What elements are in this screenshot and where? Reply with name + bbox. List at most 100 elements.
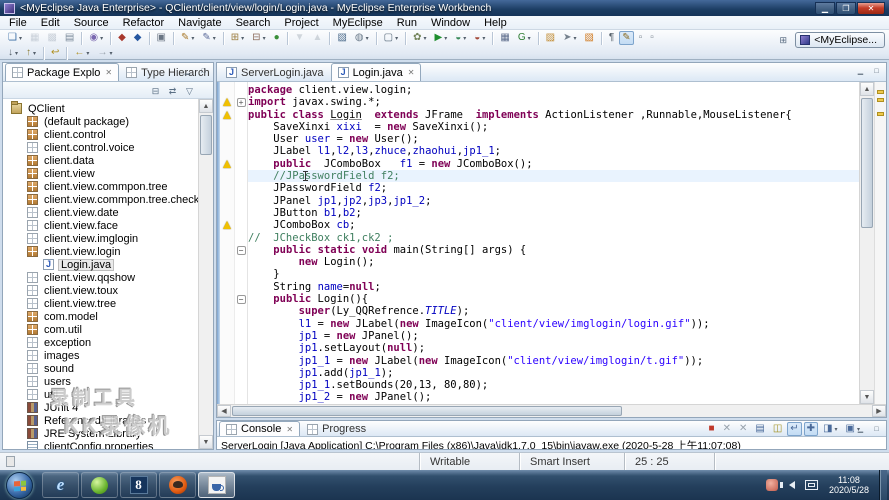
tree-item-client-data[interactable]: client.data: [3, 154, 213, 167]
close-button[interactable]: ✕: [857, 2, 885, 15]
menu-refactor[interactable]: Refactor: [116, 16, 172, 30]
code-line-19[interactable]: super(Ly_QQRefrence.TITLE);: [248, 305, 859, 317]
tree-item-client-view-commpon-tree-check[interactable]: client.view.commpon.tree.check: [3, 193, 213, 206]
junit-view-icon[interactable]: ▦: [497, 31, 512, 45]
code-line-8[interactable]: //JPasswordField f2;: [248, 170, 859, 182]
scroll-down-icon[interactable]: ▼: [199, 435, 213, 449]
tree-item-clientconfig-properties[interactable]: clientConfig.properties: [3, 440, 213, 449]
code-line-3[interactable]: public class Login extends JFrame implem…: [248, 109, 859, 121]
view-tab-package-explo[interactable]: Package Explo✕: [5, 63, 119, 81]
tree-item-qclient[interactable]: QClient: [3, 102, 213, 115]
code-line-7[interactable]: public JComboBox f1 = new JComboBox();: [248, 158, 859, 170]
console-tab-console[interactable]: Console✕: [219, 421, 300, 436]
remove-launch-icon[interactable]: ✕: [720, 422, 734, 436]
tree-item-login-java[interactable]: Login.java: [3, 258, 213, 271]
tree-item-client-view-qqshow[interactable]: client.view.qqshow: [3, 271, 213, 284]
editor-tab-login-java[interactable]: Login.java✕: [331, 63, 422, 81]
open-perspective-icon[interactable]: ⊞: [775, 33, 791, 47]
export-archive-icon[interactable]: ▲: [310, 31, 326, 45]
taskbar-item-green-app[interactable]: [81, 472, 118, 498]
scroll-up-icon[interactable]: ▲: [199, 99, 213, 113]
code-line-20[interactable]: l1 = new JLabel(new ImageIcon("client/vi…: [248, 318, 859, 330]
taskbar-item-java-app[interactable]: [198, 472, 235, 498]
taskbar-clock[interactable]: 11:08 2020/5/28: [825, 475, 873, 495]
code-line-5[interactable]: User user = new User();: [248, 133, 859, 145]
java-editor-icon[interactable]: ✎▾: [178, 31, 197, 45]
generate-icon[interactable]: G▾: [515, 31, 534, 45]
tree-item-referenced-libraries[interactable]: Referenced Libraries: [3, 414, 213, 427]
fold-collapse-icon[interactable]: −: [237, 246, 246, 255]
action-center-icon[interactable]: [805, 478, 819, 492]
myeclipse-run-icon[interactable]: ◉▾: [86, 31, 106, 45]
task-folder-icon[interactable]: ▧: [581, 31, 596, 45]
tree-item-junit-4[interactable]: JUnit 4: [3, 401, 213, 414]
tree-item-com-util[interactable]: com.util: [3, 323, 213, 336]
close-tab-icon[interactable]: ✕: [286, 425, 293, 434]
code-area[interactable]: package client.view.login;import javax.s…: [248, 82, 859, 404]
tree-item-client-view-date[interactable]: client.view.date: [3, 206, 213, 219]
maximize-view-icon[interactable]: □: [197, 66, 210, 77]
code-line-12[interactable]: JComboBox cb;: [248, 219, 859, 231]
web-service-icon[interactable]: ●: [271, 31, 283, 45]
back-icon[interactable]: ←▾: [71, 46, 92, 60]
warning-mark[interactable]: [877, 90, 884, 94]
menu-search[interactable]: Search: [229, 16, 278, 30]
taskbar-item-internet-explorer[interactable]: e: [42, 472, 79, 498]
pin-console-icon[interactable]: ✚: [804, 422, 818, 436]
code-line-13[interactable]: // JCheckBox ck1,ck2 ;: [248, 232, 859, 244]
editor-horizontal-scrollbar[interactable]: ◀ ▶: [217, 404, 886, 417]
tree-item-client-view-commpon-tree[interactable]: client.view.commpon.tree: [3, 180, 213, 193]
tree-item-users[interactable]: users: [3, 375, 213, 388]
tree-item-images[interactable]: images: [3, 349, 213, 362]
view-menu-icon[interactable]: ▽: [182, 83, 197, 97]
server-config-icon[interactable]: ▣: [154, 31, 169, 45]
toggle-block-icon[interactable]: ▫: [647, 31, 657, 45]
word-wrap-icon[interactable]: ↵: [787, 422, 801, 436]
image-capture-icon[interactable]: ▢▾: [381, 31, 401, 45]
tree-item-jre-system-library[interactable]: JRE System Library: [3, 427, 213, 440]
annotation-ruler[interactable]: [220, 82, 235, 404]
jsp-editor-icon[interactable]: ✎▾: [199, 31, 218, 45]
editor-vertical-scrollbar[interactable]: ▲ ▼: [859, 82, 874, 404]
maximize-console-icon[interactable]: □: [870, 424, 883, 435]
tree-item-com-model[interactable]: com.model: [3, 310, 213, 323]
code-line-10[interactable]: JPanel jp1,jp2,jp3,jp1_2;: [248, 195, 859, 207]
remove-all-launches-icon[interactable]: ✕: [736, 422, 750, 436]
code-line-6[interactable]: JLabel l1,l2,l3,zhuce,zhaohui,jp1_1;: [248, 145, 859, 157]
overview-ruler[interactable]: [874, 82, 886, 404]
code-line-11[interactable]: JButton b1,b2;: [248, 207, 859, 219]
deploy-project-icon[interactable]: ◆: [115, 31, 129, 45]
prev-annotation-icon[interactable]: ↑▾: [23, 46, 39, 60]
web-browser-icon[interactable]: ◍▾: [352, 31, 372, 45]
menu-edit[interactable]: Edit: [34, 16, 67, 30]
tray-app-icon[interactable]: [765, 478, 779, 492]
taskbar-item-app-eight[interactable]: 8: [120, 472, 157, 498]
tree-item--default-package-[interactable]: (default package): [3, 115, 213, 128]
open-resource-icon[interactable]: ▨: [543, 31, 558, 45]
scroll-up-icon[interactable]: ▲: [860, 82, 874, 96]
search-tool-icon[interactable]: ➤▾: [560, 31, 579, 45]
scroll-lock-icon[interactable]: ◫: [770, 422, 785, 436]
tree-item-exception[interactable]: exception: [3, 336, 213, 349]
run-coverage-icon[interactable]: ◒▾: [452, 31, 469, 45]
code-line-1[interactable]: package client.view.login;: [248, 84, 859, 96]
warning-icon[interactable]: [223, 98, 231, 106]
show-desktop-button[interactable]: [879, 470, 887, 500]
scroll-right-icon[interactable]: ▶: [872, 405, 886, 417]
last-tool-icon[interactable]: ¶: [606, 31, 617, 45]
warning-icon[interactable]: [223, 221, 231, 229]
save-all-icon[interactable]: ▩: [44, 31, 59, 45]
fold-ruler[interactable]: +−−: [235, 82, 248, 404]
console-tab-progress[interactable]: Progress: [300, 421, 373, 436]
menu-run[interactable]: Run: [390, 16, 424, 30]
next-annotation-icon[interactable]: ↓▾: [5, 46, 21, 60]
profile-icon[interactable]: ◒▾: [471, 31, 488, 45]
fold-expand-icon[interactable]: +: [237, 98, 246, 107]
media-tool-icon[interactable]: ▧: [334, 31, 349, 45]
toggle-breadcrumb-icon[interactable]: ▫: [636, 31, 646, 45]
close-tab-icon[interactable]: ✕: [105, 68, 112, 77]
scroll-left-icon[interactable]: ◀: [217, 405, 231, 417]
tree-item-client-control[interactable]: client.control: [3, 128, 213, 141]
menu-help[interactable]: Help: [477, 16, 514, 30]
code-line-25[interactable]: jp1_1.setBounds(20,13, 80,80);: [248, 379, 859, 391]
